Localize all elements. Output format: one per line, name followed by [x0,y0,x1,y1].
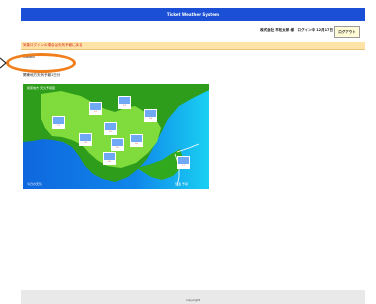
page-frame: Ticket Weather System 株式会社 平松太郎 様 ログイン中 … [21,8,365,304]
weather-map-graphic [23,84,209,189]
weather-icon-10[interactable]: 17 [177,156,190,169]
weather-icon-8[interactable]: 16 [130,134,143,147]
weather-icon-9[interactable]: 16 [103,152,116,165]
notice-bar: 気象ログインの場合は天気予報に戻る [21,42,365,50]
highlight-annotation [6,53,76,73]
logout-button[interactable]: ログアウト [334,26,360,38]
page-title-bar: Ticket Weather System [21,8,365,21]
weather-map[interactable]: 関東地方 天気予報図 今日の天気 気温 予報 12 13 14 11 15 14… [23,84,209,189]
weather-icon-4[interactable]: 11 [52,116,65,129]
map-label-top: 関東地方 天気予報図 [27,86,55,90]
user-info: 株式会社 平松太郎 様 ログイン中 12月17日 [260,28,333,32]
section-title: 関東地方天気予報1日分 [23,73,61,77]
main-content: 戻る 関東地方天気予報1日分 関東地方 天気予報図 今日の天気 気温 予報 12… [21,50,365,290]
weather-icon-6[interactable]: 14 [79,133,92,146]
edge-arrow-icon [0,57,7,69]
weather-icon-3[interactable]: 14 [144,109,157,122]
user-bar: 株式会社 平松太郎 様 ログイン中 12月17日 ログアウト [21,21,365,42]
weather-icon-5[interactable]: 15 [104,122,117,135]
weather-icon-7[interactable]: 15 [111,138,124,151]
map-label-bottom-left: 今日の天気 [27,182,43,186]
weather-icon-1[interactable]: 12 [89,102,102,115]
footer-copyright: copyright [185,298,201,302]
page-title: Ticket Weather System [166,12,220,17]
weather-icon-2[interactable]: 13 [118,96,131,109]
notice-link[interactable]: 気象ログインの場合は天気予報に戻る [23,43,83,48]
map-label-bottom-right: 気温 予報 [175,182,188,186]
